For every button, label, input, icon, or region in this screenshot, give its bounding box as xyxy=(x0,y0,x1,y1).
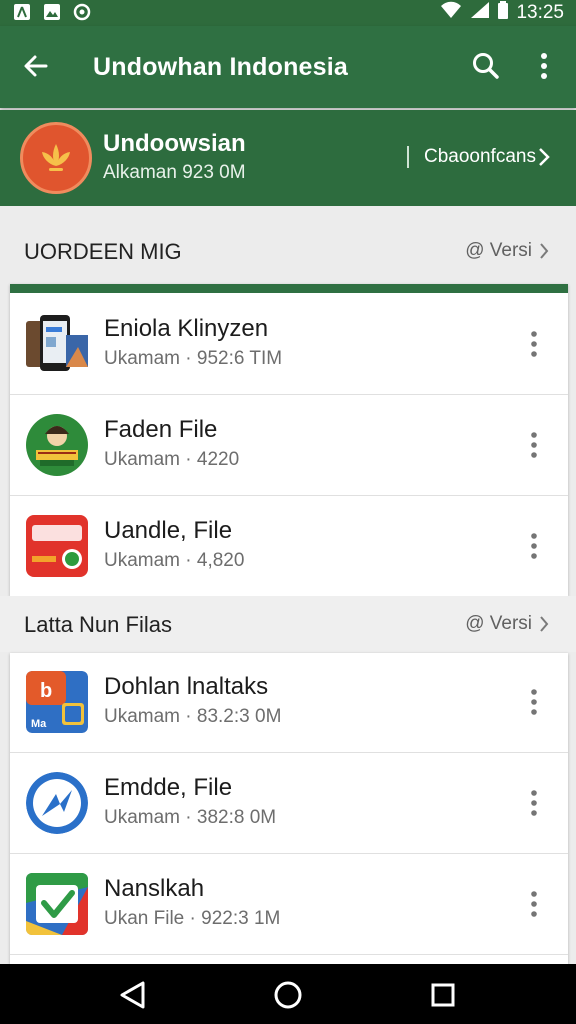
lotus-icon xyxy=(42,144,70,171)
status-bar: 13:25 xyxy=(0,0,576,26)
system-indicators: 13:25 xyxy=(440,0,564,26)
app-bar-title: Undowhan Indonesia xyxy=(93,53,348,81)
image-icon xyxy=(42,2,62,22)
file-thumbnail xyxy=(26,414,88,476)
more-vertical-icon[interactable] xyxy=(528,430,540,460)
signal-icon xyxy=(470,1,490,25)
section-action[interactable]: @ Versi xyxy=(465,240,550,262)
profile-name: Undoowsian xyxy=(103,130,246,157)
section-action-label: @ Versi xyxy=(465,613,532,634)
search-icon[interactable] xyxy=(470,50,502,82)
file-meta: Ukamam · 4220 xyxy=(104,449,240,470)
more-vertical-icon[interactable] xyxy=(528,531,540,561)
file-thumbnail: b Ma xyxy=(26,671,88,733)
square-recents-icon[interactable] xyxy=(426,978,460,1012)
svg-text:b: b xyxy=(40,680,52,702)
more-vertical-icon[interactable] xyxy=(528,687,540,717)
file-meta: Ukamam · 952:6 TIM xyxy=(104,348,283,369)
section-title: UORDEEN MIG xyxy=(24,239,182,264)
list-item[interactable]: Nanslkah Ukan File · 922:3 1M xyxy=(10,855,568,955)
arrow-left-icon[interactable] xyxy=(20,50,52,82)
list-item[interactable]: Uandle, File Ukamam · 4,820 xyxy=(10,497,568,597)
file-name: Eniola Klinyzen xyxy=(104,315,269,342)
avatar xyxy=(20,122,92,194)
divider xyxy=(407,146,409,168)
profile-subtitle: Alkaman 923 0M xyxy=(103,162,246,183)
battery-icon xyxy=(498,1,509,25)
profile-header[interactable]: Undoowsian Alkaman 923 0M Cbaoonfcans xyxy=(0,110,576,206)
section-action[interactable]: @ Versi xyxy=(465,613,550,635)
file-name: Uandle, File xyxy=(104,517,233,544)
wifi-icon xyxy=(440,1,462,25)
chevron-right-icon xyxy=(538,615,550,633)
chevron-right-icon xyxy=(538,242,550,260)
file-thumbnail xyxy=(26,515,88,577)
file-thumbnail xyxy=(26,313,88,375)
circle-home-icon[interactable] xyxy=(271,978,305,1012)
file-meta: Ukamam · 83.2:3 0M xyxy=(104,706,282,727)
file-list-card: Eniola Klinyzen Ukamam · 952:6 TIM Faden… xyxy=(10,284,568,596)
accessibility-icon xyxy=(12,2,32,22)
file-thumbnail xyxy=(26,873,88,935)
more-vertical-icon[interactable] xyxy=(532,50,556,82)
file-meta: Ukan File · 922:3 1M xyxy=(104,908,281,929)
list-item[interactable]: Emdde, File Ukamam · 382:8 0M xyxy=(10,754,568,854)
notification-icons xyxy=(12,2,92,22)
file-list-card: b Ma Dohlan lnaltaks Ukamam · 83.2:3 0M … xyxy=(10,653,568,964)
chevron-right-icon[interactable] xyxy=(536,146,552,168)
list-item[interactable]: Eniola Klinyzen Ukamam · 952:6 TIM xyxy=(10,295,568,395)
file-meta: Ukamam · 382:8 0M xyxy=(104,807,277,828)
system-navigation-bar xyxy=(0,964,576,1024)
more-vertical-icon[interactable] xyxy=(528,889,540,919)
list-item[interactable]: Faden File Ukamam · 4220 xyxy=(10,396,568,496)
profile-link[interactable]: Cbaoonfcans xyxy=(424,146,536,168)
section-header: Latta Nun Filas @ Versi xyxy=(0,596,576,652)
file-name: Emdde, File xyxy=(104,774,233,801)
file-meta: Ukamam · 4,820 xyxy=(104,550,245,571)
list-item[interactable]: b Ma Dohlan lnaltaks Ukamam · 83.2:3 0M xyxy=(10,653,568,753)
app-bar: Undowhan Indonesia xyxy=(0,26,576,108)
file-thumbnail xyxy=(26,772,88,834)
more-vertical-icon[interactable] xyxy=(528,329,540,359)
svg-text:Ma: Ma xyxy=(31,718,47,730)
sync-icon xyxy=(72,2,92,22)
file-name: Nanslkah xyxy=(104,875,205,902)
section-title: Latta Nun Filas xyxy=(24,612,172,637)
file-name: Dohlan lnaltaks xyxy=(104,673,269,700)
section-header: UORDEEN MIG @ Versi xyxy=(0,208,576,284)
section-action-label: @ Versi xyxy=(465,240,532,261)
clock: 13:25 xyxy=(516,2,564,23)
more-vertical-icon[interactable] xyxy=(528,788,540,818)
file-name: Faden File xyxy=(104,416,218,443)
triangle-back-icon[interactable] xyxy=(116,978,150,1012)
